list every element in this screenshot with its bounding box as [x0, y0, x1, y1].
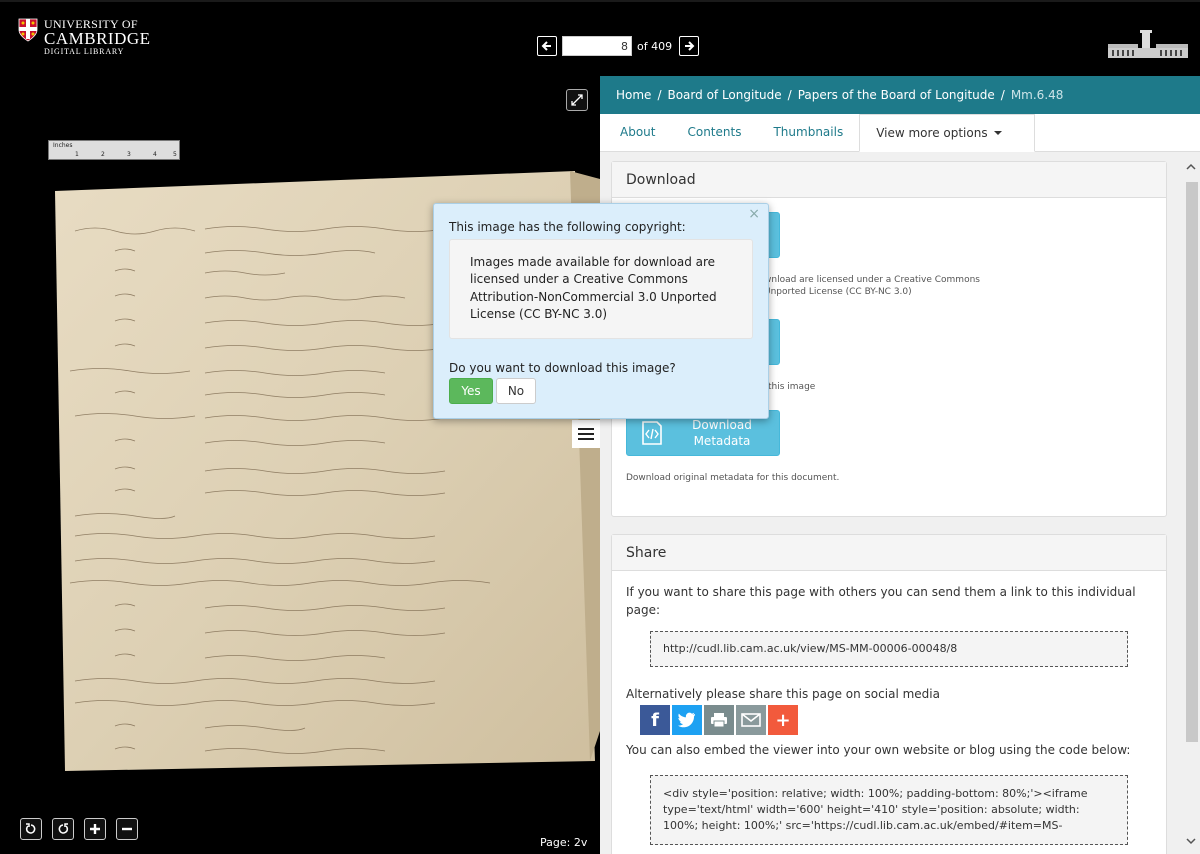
page-label: Page: 2v [540, 836, 588, 849]
top-header: UNIVERSITY OF CAMBRIDGE DIGITAL LIBRARY … [0, 0, 1200, 76]
more-icon: + [775, 709, 791, 731]
image-viewer[interactable]: Inches 1 2 3 4 5 Page: 2v [0, 76, 600, 854]
facebook-icon: f [651, 709, 659, 731]
scroll-thumb[interactable] [1186, 182, 1198, 742]
breadcrumb-separator: / [1000, 88, 1005, 102]
share-link-box[interactable]: http://cudl.lib.cam.ac.uk/view/MS-MM-000… [650, 631, 1128, 667]
breadcrumb-separator: / [657, 88, 662, 102]
scroll-up-icon[interactable] [1186, 162, 1196, 172]
logo-text: UNIVERSITY OF CAMBRIDGE DIGITAL LIBRARY [44, 18, 151, 56]
viewer-toolbar [20, 818, 138, 840]
tab-view-more-options-label: View more options [876, 126, 988, 140]
share-heading: Share [612, 535, 1166, 571]
download-image-desc-line1: wnload are licensed under a Creative Com… [764, 275, 980, 285]
expand-icon [571, 94, 583, 106]
download-pdf-desc: this image [768, 382, 816, 392]
ruler-number: 4 [153, 151, 157, 158]
yes-button[interactable]: Yes [449, 378, 493, 404]
more-share-button[interactable]: + [768, 705, 798, 735]
download-heading: Download [612, 162, 1166, 198]
tab-contents[interactable]: Contents [671, 113, 757, 151]
download-question: Do you want to download this image? [449, 361, 676, 375]
logo-line2: CAMBRIDGE [44, 29, 151, 48]
share-panel: Share If you want to share this page wit… [611, 534, 1167, 854]
print-share-button[interactable] [704, 705, 734, 735]
zoom-out-icon [122, 827, 132, 831]
breadcrumb: Home / Board of Longitude / Papers of th… [600, 76, 1200, 114]
previous-page-button[interactable] [537, 36, 557, 56]
zoom-out-button[interactable] [116, 818, 138, 840]
tab-bar: About Contents Thumbnails View more opti… [600, 114, 1200, 152]
metadata-button-label: Download Metadata [665, 417, 779, 449]
info-panel: Home / Board of Longitude / Papers of th… [600, 76, 1200, 854]
metadata-file-icon [642, 421, 662, 445]
ruler-label: Inches [53, 142, 73, 149]
tab-about[interactable]: About [604, 113, 671, 151]
next-page-button[interactable] [679, 36, 700, 56]
ruler-number: 1 [75, 151, 79, 158]
cambridge-logo[interactable]: UNIVERSITY OF CAMBRIDGE DIGITAL LIBRARY [18, 18, 151, 56]
arrow-left-icon [541, 41, 551, 51]
no-button[interactable]: No [496, 378, 536, 404]
rotate-left-icon [25, 823, 36, 834]
metadata-button-line2: Metadata [693, 434, 751, 448]
close-icon[interactable]: × [748, 206, 760, 222]
cambridge-shield-icon [18, 18, 38, 42]
caret-down-icon [993, 131, 1002, 135]
page-navigator: of 409 [537, 36, 700, 56]
embed-code-box[interactable]: <div style='position: relative; width: 1… [650, 775, 1128, 845]
ruler-number: 5 [173, 151, 177, 158]
breadcrumb-papers[interactable]: Papers of the Board of Longitude [798, 88, 995, 102]
share-body: If you want to share this page with othe… [612, 571, 1166, 854]
download-image-desc-line2: Unported License (CC BY-NC 3.0) [764, 286, 912, 297]
library-building-icon [1108, 30, 1188, 58]
breadcrumb-current: Mm.6.48 [1010, 88, 1064, 102]
scrollbar[interactable] [1182, 152, 1200, 854]
scale-ruler: Inches 1 2 3 4 5 [48, 140, 180, 160]
page-number-input[interactable] [562, 36, 632, 56]
breadcrumb-home[interactable]: Home [616, 88, 651, 102]
social-label: Alternatively please share this page on … [626, 687, 940, 701]
share-intro: If you want to share this page with othe… [626, 585, 1136, 617]
viewer-menu-button[interactable] [572, 420, 600, 448]
print-icon [711, 713, 727, 728]
hamburger-menu-icon [578, 428, 594, 440]
logo-line3: DIGITAL LIBRARY [44, 47, 125, 56]
zoom-in-button[interactable] [84, 818, 106, 840]
rotate-right-icon [58, 823, 69, 834]
breadcrumb-board-of-longitude[interactable]: Board of Longitude [667, 88, 781, 102]
twitter-share-button[interactable] [672, 705, 702, 735]
social-buttons: f + [640, 705, 1152, 735]
fullscreen-button[interactable] [566, 89, 588, 111]
download-image-desc: wnload are licensed under a Creative Com… [764, 275, 980, 298]
embed-label: You can also embed the viewer into your … [626, 743, 1131, 757]
email-icon [741, 713, 761, 727]
metadata-button-line1: Download [692, 417, 752, 432]
arrow-right-icon [685, 41, 695, 51]
tab-thumbnails[interactable]: Thumbnails [757, 113, 859, 151]
ruler-number: 2 [101, 151, 105, 158]
breadcrumb-separator: / [787, 88, 792, 102]
zoom-in-icon [90, 824, 100, 834]
tab-view-more-options[interactable]: View more options [859, 114, 1036, 152]
popover-title: This image has the following copyright: [449, 220, 686, 234]
license-text: Images made available for download are l… [449, 239, 753, 339]
copyright-popover: × This image has the following copyright… [433, 203, 769, 419]
email-share-button[interactable] [736, 705, 766, 735]
twitter-icon [678, 712, 696, 728]
ruler-number: 3 [127, 151, 131, 158]
metadata-desc: Download original metadata for this docu… [626, 473, 840, 483]
scroll-down-icon[interactable] [1186, 836, 1196, 846]
page-count-label: of 409 [637, 39, 673, 53]
rotate-right-button[interactable] [52, 818, 74, 840]
facebook-share-button[interactable]: f [640, 705, 670, 735]
rotate-left-button[interactable] [20, 818, 42, 840]
